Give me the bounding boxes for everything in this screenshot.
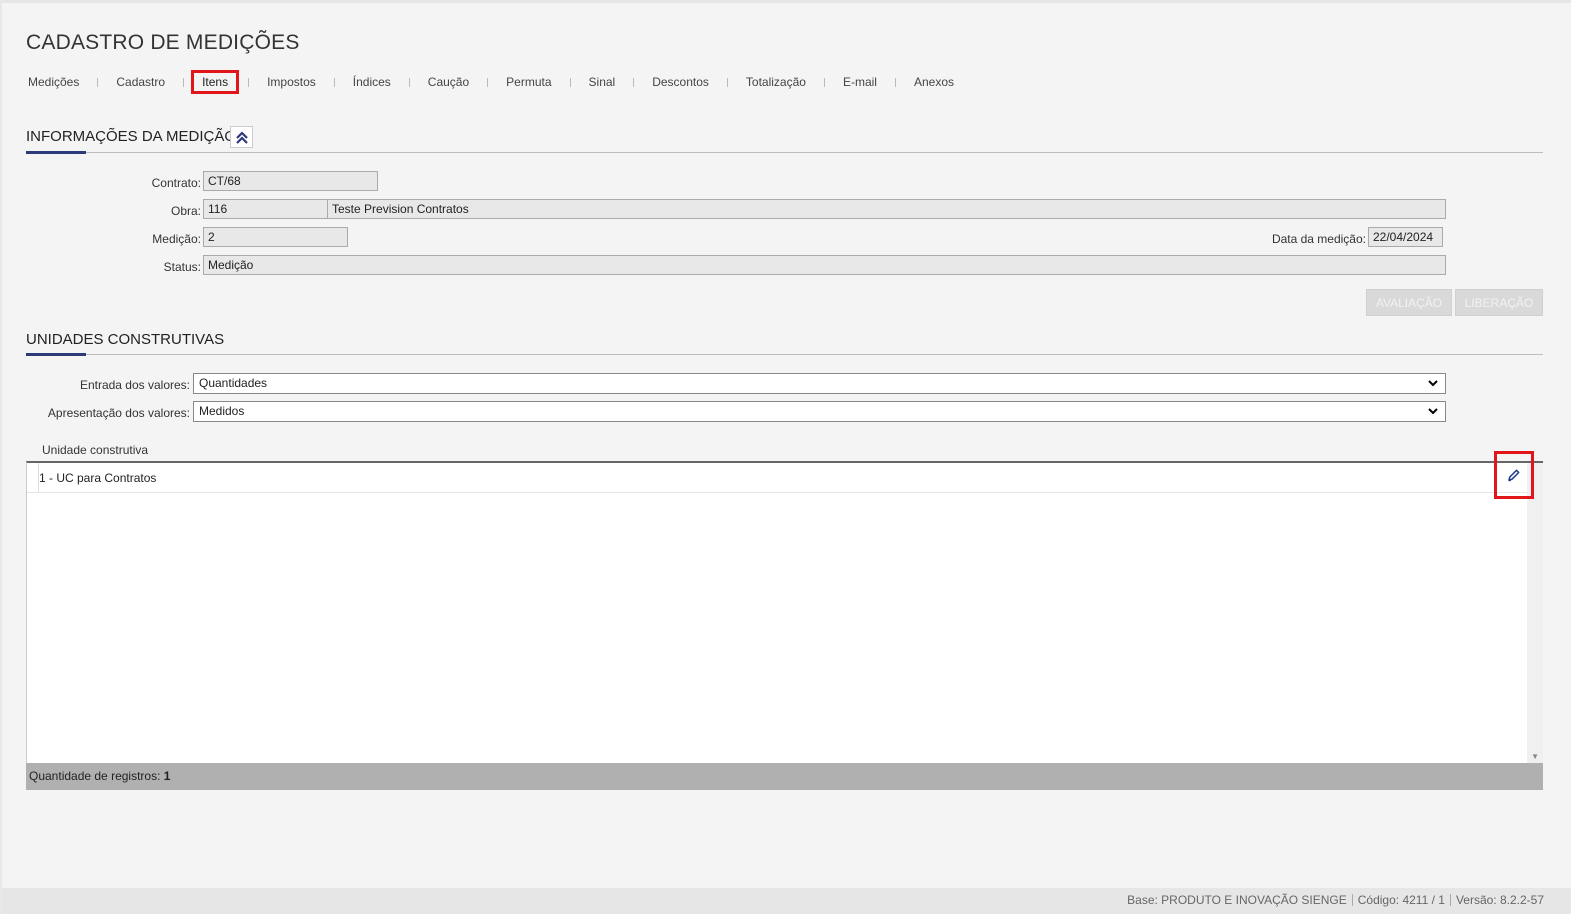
tab-cadastro[interactable]: Cadastro: [114, 75, 167, 89]
chevron-down-icon: [1428, 408, 1438, 415]
tab-itens[interactable]: Itens: [191, 70, 240, 94]
tab-descontos[interactable]: Descontos: [650, 75, 711, 89]
edit-button[interactable]: [1494, 451, 1534, 499]
obra-label: Obra:: [170, 204, 201, 218]
data-medicao-field: 22/04/2024: [1368, 227, 1443, 247]
tab-separator: [894, 77, 896, 87]
page-title: CADASTRO DE MEDIÇÕES: [26, 31, 300, 54]
tab-caucao[interactable]: Caução: [426, 75, 471, 89]
tab-separator: [97, 77, 99, 87]
contrato-label: Contrato:: [151, 176, 201, 190]
entrada-label: Entrada dos valores:: [79, 378, 190, 392]
chevrons-up-icon: [235, 131, 248, 144]
tab-medicoes[interactable]: Medições: [26, 75, 81, 89]
tab-separator: [633, 77, 635, 87]
tab-bar: Medições Cadastro Itens Impostos Índices…: [26, 70, 956, 94]
footer-codigo: Código: 4211 / 1: [1357, 893, 1445, 907]
entrada-select-value: Quantidades: [199, 376, 268, 390]
record-count-label: Quantidade de registros:: [29, 769, 161, 783]
tab-email[interactable]: E-mail: [841, 75, 879, 89]
contrato-field: CT/68: [203, 171, 378, 191]
apresentacao-select-value: Medidos: [199, 404, 245, 418]
top-border: [0, 0, 1571, 3]
tab-separator: [408, 77, 410, 87]
apresentacao-select[interactable]: Medidos: [193, 401, 1446, 422]
footer-versao: Versão: 8.2.2-57: [1455, 893, 1544, 907]
tab-indices[interactable]: Índices: [351, 75, 393, 89]
data-medicao-label: Data da medição:: [1271, 232, 1366, 246]
vertical-scrollbar[interactable]: ▼: [1527, 463, 1543, 763]
footer-base: Base: PRODUTO E INOVAÇÃO SIENGE: [1127, 893, 1347, 907]
scroll-down-icon[interactable]: ▼: [1531, 752, 1539, 761]
footer-info: Base: PRODUTO E INOVAÇÃO SIENGE Código: …: [1127, 893, 1544, 907]
section-divider: [26, 354, 1543, 355]
pencil-icon: [1508, 469, 1520, 482]
chevron-down-icon: [1428, 380, 1438, 387]
entrada-select[interactable]: Quantidades: [193, 373, 1446, 394]
apresentacao-label: Apresentação dos valores:: [47, 406, 190, 420]
obra-code-field: 116: [203, 199, 328, 219]
footer-separator: [1449, 894, 1451, 906]
record-count-value: 1: [163, 769, 171, 783]
medicao-label: Medição:: [152, 232, 201, 246]
section-accent: [26, 151, 86, 154]
medicao-field: 2: [203, 227, 348, 247]
tab-sinal[interactable]: Sinal: [587, 75, 618, 89]
tab-separator: [726, 77, 728, 87]
grid-footer: Quantidade de registros: 1: [26, 763, 1543, 790]
tab-separator: [183, 77, 185, 87]
tab-separator: [248, 77, 250, 87]
info-section-title: INFORMAÇÕES DA MEDIÇÃO: [26, 128, 237, 145]
collapse-button[interactable]: [230, 126, 253, 148]
footer-separator: [1351, 894, 1353, 906]
grid-column-header: Unidade construtiva: [42, 443, 149, 457]
obra-name-field: Teste Prevision Contratos: [327, 199, 1446, 219]
status-label: Status:: [163, 260, 201, 274]
tab-impostos[interactable]: Impostos: [265, 75, 318, 89]
tab-permuta[interactable]: Permuta: [504, 75, 553, 89]
tab-separator: [333, 77, 335, 87]
table-row[interactable]: 1 - UC para Contratos: [27, 463, 1527, 493]
tab-separator: [487, 77, 489, 87]
status-field: Medição: [203, 255, 1446, 275]
tab-totalizacao[interactable]: Totalização: [744, 75, 808, 89]
tab-separator: [569, 77, 571, 87]
unidades-grid: 1 - UC para Contratos ▼: [26, 461, 1543, 763]
tab-anexos[interactable]: Anexos: [912, 75, 956, 89]
tab-separator: [823, 77, 825, 87]
liberacao-button[interactable]: LIBERAÇÃO: [1455, 289, 1543, 316]
section-accent: [26, 353, 86, 356]
section-divider: [26, 152, 1543, 153]
avaliacao-button[interactable]: AVALIAÇÃO: [1366, 289, 1452, 316]
left-border: [0, 0, 2, 914]
unidade-cell: 1 - UC para Contratos: [39, 471, 157, 485]
unidades-section-title: UNIDADES CONSTRUTIVAS: [26, 331, 225, 348]
